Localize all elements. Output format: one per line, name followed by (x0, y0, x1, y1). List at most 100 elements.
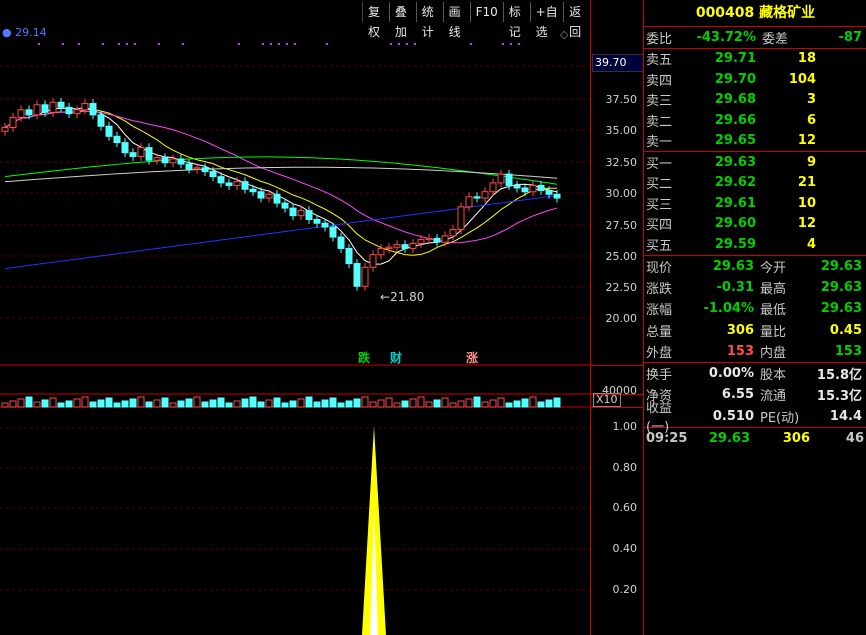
fundamental-label: 换手 (646, 368, 673, 384)
candle-body (465, 196, 473, 208)
volume-bar (457, 400, 465, 408)
candle-body (81, 103, 89, 111)
volume-bar (241, 398, 249, 408)
ask-row[interactable]: 卖一 29.65 12 (644, 131, 866, 152)
ask-row[interactable]: 卖三 29.68 3 (644, 90, 866, 111)
candle-body (185, 163, 193, 170)
current-price-box: 39.70 (592, 54, 644, 72)
volume-bar (393, 402, 401, 408)
ask-row[interactable]: 卖四 29.70 104 (644, 69, 866, 90)
candle-body (497, 173, 505, 184)
volume-bar (177, 400, 185, 408)
order-diff-label: 委差 (762, 31, 789, 47)
volume-bar (425, 401, 433, 408)
volume-bar (129, 398, 137, 408)
bid-price: 29.59 (714, 236, 756, 252)
ask-row[interactable]: 卖五 29.71 18 (644, 49, 866, 70)
bid-volume: 10 (797, 195, 816, 211)
candle-body (553, 193, 561, 199)
candle-body (417, 239, 425, 244)
candle-body (425, 237, 433, 241)
fundamental-value: 14.4 (829, 408, 862, 424)
volume-bar (265, 399, 273, 408)
volume-bar (193, 396, 201, 408)
tick-row[interactable]: 09:25 29.63 306 46 (644, 428, 866, 449)
volume-bars (1, 396, 561, 408)
candle-body (473, 196, 481, 199)
volume-bar (81, 396, 89, 408)
ask-price: 29.66 (714, 112, 756, 128)
bid-volume: 12 (797, 216, 816, 232)
volume-bar (481, 401, 489, 408)
volume-bar (329, 397, 337, 408)
volume-bar (105, 397, 113, 408)
volume-bar (33, 401, 41, 408)
bid-volume: 21 (797, 175, 816, 191)
bid-row[interactable]: 买五 29.59 4 (644, 234, 866, 255)
candle-body (385, 246, 393, 249)
moving-average-lines (4, 106, 558, 270)
axis-separator (591, 407, 643, 408)
volume-bar (217, 397, 225, 408)
price-chart[interactable]: ◇ (0, 0, 590, 635)
candle-body (529, 184, 537, 193)
fundamental-value: 15.3亿 (816, 389, 862, 405)
stock-header: 000408 藏格矿业 (644, 0, 866, 26)
quote-value: -1.04% (703, 301, 755, 317)
fundamental-value: 0.510 (712, 408, 754, 424)
quote-label: 今开 (760, 260, 787, 276)
candle-body (201, 167, 209, 173)
bid-label: 买一 (646, 156, 673, 172)
indicator-tick: 0.80 (612, 461, 638, 474)
quote-row: 涨幅 -1.04% 最低 29.63 (644, 298, 866, 319)
candle-body (73, 109, 81, 115)
price-tick: 20.00 (605, 312, 638, 325)
volume-bar (537, 401, 545, 408)
indicator-tick: 0.60 (612, 501, 638, 514)
bid-label: 买三 (646, 197, 673, 213)
event-mark-finance[interactable]: 财 (390, 349, 402, 366)
candle-body (41, 104, 49, 113)
quote-value: 29.63 (820, 258, 862, 274)
candle-body (129, 152, 137, 157)
ask-price: 29.68 (714, 92, 756, 108)
ma20-line (4, 110, 558, 244)
indicator-tick: 0.40 (612, 542, 638, 555)
event-mark-fall[interactable]: 跌 (358, 349, 370, 366)
bid-row[interactable]: 买三 29.61 10 (644, 193, 866, 214)
candle-body (89, 103, 97, 116)
ask-label: 卖四 (646, 73, 673, 89)
price-tick: 37.50 (605, 93, 638, 106)
bid-price: 29.60 (714, 216, 756, 232)
ask-volume: 3 (806, 92, 816, 108)
indicator-tick: 1.00 (612, 420, 638, 433)
candle-body (377, 247, 385, 256)
ask-price: 29.71 (714, 51, 756, 67)
event-mark-rise[interactable]: 涨 (466, 349, 478, 366)
candle-body (505, 173, 513, 186)
volume-bar (465, 398, 473, 408)
ask-row[interactable]: 卖二 29.66 6 (644, 110, 866, 131)
candle-body (393, 244, 401, 248)
volume-bar (49, 397, 57, 408)
candle-body (257, 191, 265, 199)
bid-row[interactable]: 买二 29.62 21 (644, 173, 866, 194)
candle-body (153, 157, 161, 161)
candle-body (481, 191, 489, 199)
volume-bar (89, 401, 97, 408)
volume-bar (9, 400, 17, 408)
candle-body (353, 263, 361, 287)
candle-body (113, 135, 121, 144)
bid-row[interactable]: 买四 29.60 12 (644, 214, 866, 235)
candle-body (177, 158, 185, 165)
quote-value: 306 (726, 322, 754, 338)
bid-volume: 4 (806, 236, 816, 252)
volume-bar (281, 402, 289, 408)
volume-multiplier: X10 (593, 393, 621, 407)
bid-row[interactable]: 买一 29.63 9 (644, 152, 866, 173)
quote-row: 外盘 153 内盘 153 (644, 341, 866, 362)
candle-body (313, 218, 321, 224)
ma60-line (4, 156, 558, 185)
tick-time: 09:25 (646, 431, 688, 447)
chart-area[interactable]: ● 29.14 复权 叠加 统计 画线 F10 标记 +自选 返回 ◇ ←21.… (0, 0, 590, 635)
